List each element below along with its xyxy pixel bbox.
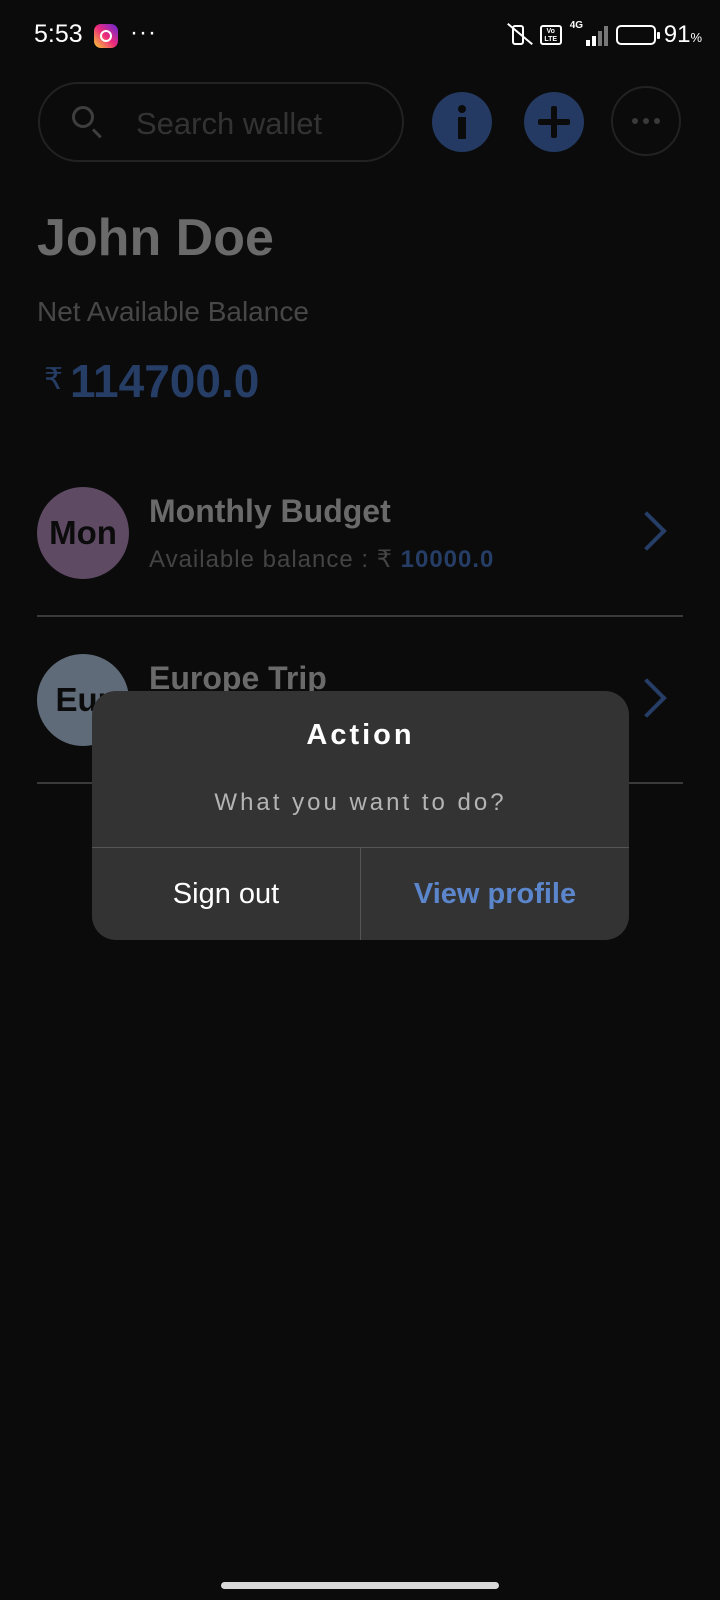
dialog-title: Action <box>306 719 415 751</box>
home-indicator[interactable] <box>221 1582 499 1589</box>
divider <box>37 615 683 617</box>
status-icons: Vo LTE 4G 91% <box>504 20 702 50</box>
currency-symbol: ₹ <box>44 363 64 396</box>
sign-out-button[interactable]: Sign out <box>92 848 360 940</box>
more-notifications-icon: ··· <box>130 19 157 46</box>
wallet-balance: Available balance : ₹ 10000.0 <box>149 546 495 573</box>
wallet-item-monthly-budget[interactable]: Mon Monthly Budget Available balance : ₹… <box>37 487 683 579</box>
vibrate-off-icon <box>504 22 533 47</box>
instagram-icon <box>94 24 118 48</box>
chevron-right-icon <box>627 678 667 718</box>
volte-icon: Vo LTE <box>539 25 562 45</box>
balance-label: Net Available Balance <box>37 296 309 327</box>
search-icon <box>72 106 94 128</box>
user-name: John Doe <box>37 209 274 267</box>
search-input[interactable]: Search wallet <box>136 106 322 142</box>
status-time: 5:53 <box>34 20 83 48</box>
battery-percent: 91% <box>663 21 702 48</box>
chevron-right-icon <box>627 511 667 551</box>
network-type-label: 4G <box>569 20 584 31</box>
battery-icon <box>615 25 660 45</box>
action-dialog: Action What you want to do? Sign out Vie… <box>92 691 629 940</box>
more-dots-icon <box>632 118 638 124</box>
dialog-message: What you want to do? <box>214 789 507 816</box>
wallet-title: Monthly Budget <box>149 493 391 529</box>
signal-icon: 4G <box>570 20 608 46</box>
info-button[interactable] <box>432 92 492 152</box>
info-icon <box>458 105 466 139</box>
plus-icon <box>538 106 570 138</box>
search-bar[interactable]: Search wallet <box>38 82 404 162</box>
net-balance: 114700.0 <box>70 355 260 407</box>
status-bar: 5:53 ··· Vo LTE 4G 91% <box>0 0 720 72</box>
more-options-button[interactable] <box>611 86 681 156</box>
wallet-avatar: Mon <box>37 487 129 579</box>
view-profile-button[interactable]: View profile <box>361 848 629 940</box>
add-wallet-button[interactable] <box>524 92 584 152</box>
